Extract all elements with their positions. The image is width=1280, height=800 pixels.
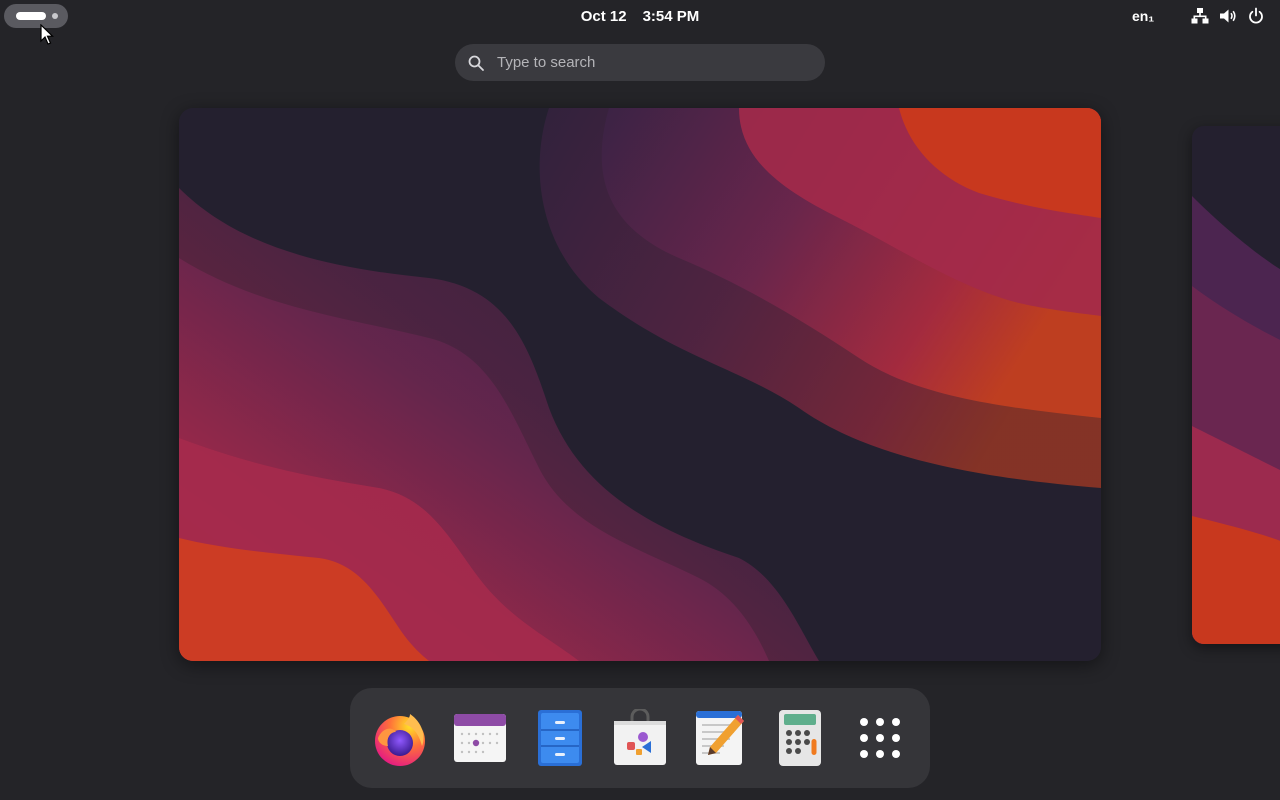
network-icon[interactable] [1191,7,1209,25]
software-store-icon [614,709,666,765]
search-icon [468,55,484,71]
search-input[interactable] [495,46,825,79]
app-grid-icon [860,718,900,758]
files-icon [538,710,582,766]
time-label: 3:54 PM [642,7,700,25]
calculator-icon [779,710,821,766]
volume-icon[interactable] [1219,7,1237,25]
dock-item-text-editor[interactable] [688,706,752,770]
dash [350,688,930,788]
workspace-thumbnail[interactable] [179,108,1101,661]
input-source-indicator[interactable]: en₁ [1132,0,1154,32]
top-bar: Oct 12 3:54 PM en₁ [0,0,1280,32]
dock-item-calendar[interactable] [448,706,512,770]
activities-button[interactable] [4,4,68,28]
workspace-indicator [52,13,58,19]
dock-item-firefox[interactable] [368,706,432,770]
date-label: Oct 12 [580,7,627,25]
show-apps-button[interactable] [848,706,912,770]
workspace-indicator-active [16,12,46,20]
firefox-icon [375,714,425,766]
clock-button[interactable]: Oct 12 3:54 PM [540,0,740,32]
wallpaper-image-secondary [1192,126,1280,644]
dock-item-calculator[interactable] [768,706,832,770]
next-workspace-thumbnail[interactable] [1192,126,1280,644]
wallpaper-image [179,108,1101,661]
search-box[interactable] [455,44,825,81]
dock-item-software[interactable] [608,706,672,770]
calendar-icon [454,714,506,762]
text-editor-icon [696,711,744,765]
power-icon[interactable] [1247,7,1265,25]
dock-item-files[interactable] [528,706,592,770]
mouse-pointer-icon [40,24,54,45]
